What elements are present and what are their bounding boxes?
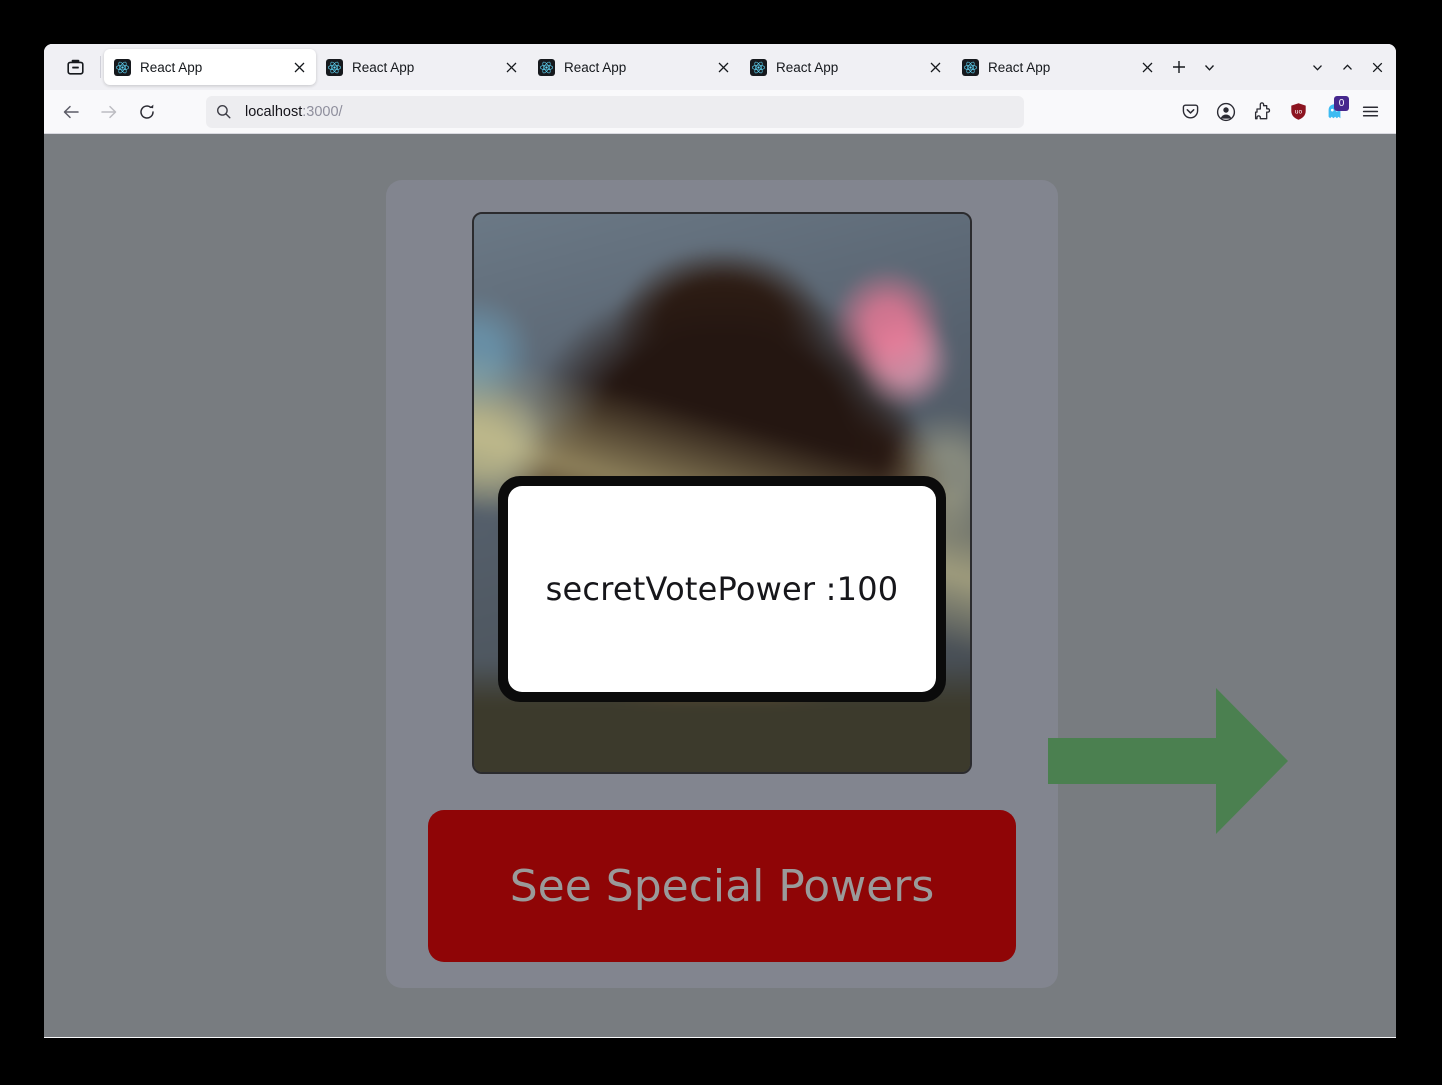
- tab-react-app-3[interactable]: React App: [528, 49, 740, 85]
- extension-badge-count: 0: [1334, 95, 1349, 111]
- tab-close-button[interactable]: [712, 56, 734, 78]
- svg-text:uo: uo: [1294, 109, 1302, 116]
- extensions-icon[interactable]: [1246, 96, 1278, 128]
- ublock-origin-icon[interactable]: uo: [1282, 96, 1314, 128]
- window-close-button[interactable]: [1362, 51, 1392, 83]
- forward-button[interactable]: [92, 96, 126, 128]
- hamburger-icon: [1362, 106, 1378, 117]
- tab-close-button[interactable]: [1136, 56, 1158, 78]
- tab-close-button[interactable]: [924, 56, 946, 78]
- puzzle-piece-icon: [1254, 102, 1270, 120]
- tab-title: React App: [988, 59, 1051, 75]
- tabs-row: React App React App React App React App …: [104, 44, 1288, 90]
- url-path: :3000/: [302, 103, 343, 120]
- pocket-glyph-icon: [1182, 104, 1198, 119]
- chevron-down-icon: [1204, 64, 1214, 71]
- ghostery-icon[interactable]: 0: [1318, 95, 1350, 128]
- window-maximize-button[interactable]: [1332, 51, 1362, 83]
- new-tab-button[interactable]: [1164, 52, 1194, 82]
- tab-react-app-5[interactable]: React App: [952, 49, 1164, 85]
- firefox-view-button[interactable]: [58, 51, 92, 83]
- secret-vote-power-panel: secretVotePower :100: [508, 486, 936, 692]
- tab-title: React App: [352, 59, 415, 75]
- close-icon: [1142, 62, 1152, 72]
- back-button[interactable]: [54, 96, 88, 128]
- tab-title: React App: [140, 59, 203, 75]
- app-menu-icon[interactable]: [1354, 96, 1386, 128]
- tab-react-app-4[interactable]: React App: [740, 49, 952, 85]
- close-icon: [294, 62, 304, 72]
- account-icon[interactable]: [1210, 96, 1242, 128]
- close-icon: [506, 62, 516, 72]
- firefox-view-icon: [66, 59, 84, 75]
- secret-vote-power-text: secretVotePower :100: [545, 570, 899, 608]
- reload-button[interactable]: [130, 96, 164, 128]
- browser-window: React App React App React App React App …: [44, 44, 1396, 1038]
- forward-arrow-icon: [101, 105, 117, 118]
- tab-react-app-2[interactable]: React App: [316, 49, 528, 85]
- avatar: secretVotePower :100: [472, 212, 972, 774]
- react-logo-icon: [962, 58, 979, 76]
- navigation-toolbar: localhost:3000/ uo 0: [44, 90, 1396, 134]
- react-logo-icon: [750, 58, 767, 76]
- window-controls: [1302, 51, 1392, 83]
- url-host: localhost: [245, 103, 303, 120]
- account-glyph-icon: [1216, 102, 1236, 121]
- close-icon: [1372, 62, 1382, 72]
- shield-icon: uo: [1290, 103, 1306, 120]
- plus-icon: [1173, 61, 1185, 73]
- close-icon: [930, 62, 940, 72]
- search-icon: [217, 105, 231, 119]
- react-logo-icon: [538, 58, 555, 76]
- profile-card: secretVotePower :100 See Special Powers: [386, 180, 1058, 988]
- tab-close-button[interactable]: [288, 56, 310, 78]
- tab-title: React App: [776, 59, 839, 75]
- tab-strip-divider: [100, 56, 101, 78]
- window-minimize-button[interactable]: [1302, 51, 1332, 83]
- url-bar[interactable]: localhost:3000/: [206, 95, 1024, 128]
- back-arrow-icon: [63, 105, 79, 118]
- secret-vote-power-overlay: secretVotePower :100: [498, 476, 946, 702]
- toolbar-right: uo 0: [1170, 95, 1386, 128]
- tab-react-app-1[interactable]: React App: [104, 49, 316, 85]
- close-icon: [718, 62, 728, 72]
- page-viewport: secretVotePower :100 See Special Powers: [44, 134, 1396, 1037]
- react-logo-icon: [114, 58, 131, 76]
- see-special-powers-button[interactable]: See Special Powers: [428, 810, 1016, 962]
- reload-icon: [140, 104, 154, 119]
- chevron-down-icon: [1312, 64, 1322, 71]
- react-logo-icon: [326, 58, 343, 76]
- chevron-up-icon: [1342, 63, 1352, 70]
- url-text: localhost:3000/: [245, 104, 343, 120]
- tab-strip: React App React App React App React App …: [44, 44, 1396, 90]
- list-all-tabs-button[interactable]: [1194, 52, 1224, 82]
- tab-close-button[interactable]: [500, 56, 522, 78]
- tab-title: React App: [564, 59, 627, 75]
- pocket-icon[interactable]: [1174, 96, 1206, 128]
